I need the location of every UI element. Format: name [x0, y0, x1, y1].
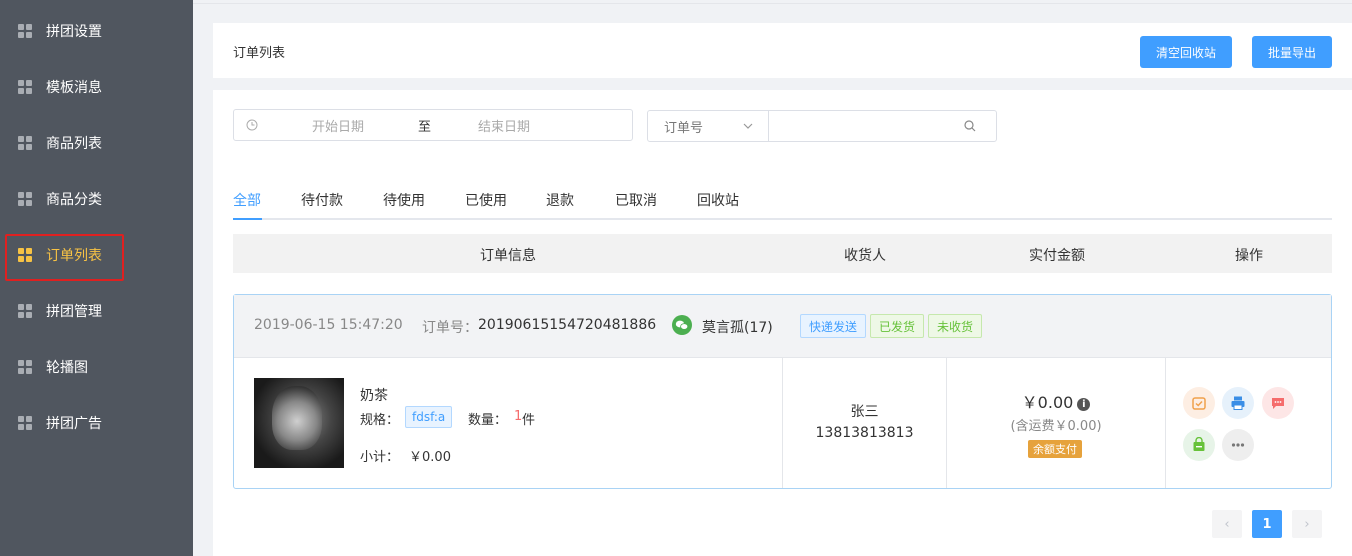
info-icon[interactable]: i — [1077, 398, 1091, 411]
tab-used[interactable]: 已使用 — [465, 190, 507, 220]
pagination-prev-button[interactable]: ‹ — [1212, 510, 1242, 538]
pagination-next-button[interactable]: › — [1292, 510, 1322, 538]
end-date-field[interactable]: 结束日期 — [478, 116, 530, 135]
sidebar: 拼团设置 模板消息 商品列表 商品分类 订单列表 拼团管理 轮播图 拼团广告 — [0, 0, 193, 556]
print-icon — [1231, 396, 1245, 410]
page-header: 订单列表 清空回收站 批量导出 — [213, 23, 1352, 78]
shipping-note: (含运费￥0.00) — [1010, 419, 1102, 434]
quantity-unit: 件 — [522, 413, 536, 428]
table-header: 订单信息 收货人 实付金额 操作 — [233, 234, 1332, 273]
search-input[interactable] — [770, 111, 970, 141]
grid-icon — [18, 416, 32, 430]
sidebar-item-label: 拼团管理 — [46, 304, 102, 320]
column-divider — [1165, 358, 1166, 488]
receiver-phone: 13813813813 — [815, 425, 914, 441]
sidebar-item-order-list[interactable]: 订单列表 — [0, 227, 193, 283]
sidebar-item-label: 订单列表 — [46, 248, 102, 264]
grid-icon — [18, 304, 32, 318]
pagination-page-1[interactable]: 1 — [1252, 510, 1282, 538]
grid-icon — [18, 192, 32, 206]
clear-recycle-bin-button[interactable]: 清空回收站 — [1140, 36, 1232, 68]
confirm-icon — [1192, 397, 1206, 410]
delivery-tag: 快递发送 — [800, 314, 866, 338]
subtotal: 小计： ￥0.00 — [360, 446, 451, 465]
shipped-tag: 已发货 — [870, 314, 924, 338]
sidebar-item-product-list[interactable]: 商品列表 — [0, 115, 193, 171]
not-received-tag: 未收货 — [928, 314, 982, 338]
paid-amount-value: ￥0.00 — [1021, 393, 1074, 412]
wechat-icon — [672, 315, 692, 335]
order-card: 2019-06-15 15:47:20 订单号： 201906151547204… — [233, 294, 1332, 489]
page-title: 订单列表 — [233, 46, 286, 61]
order-time: 2019-06-15 15:47:20 — [254, 317, 403, 333]
batch-export-button[interactable]: 批量导出 — [1252, 36, 1332, 68]
sidebar-item-carousel[interactable]: 轮播图 — [0, 339, 193, 395]
column-divider — [782, 358, 783, 488]
sidebar-item-group-management[interactable]: 拼团管理 — [0, 283, 193, 339]
shop-button[interactable] — [1183, 429, 1215, 461]
sidebar-item-label: 拼团广告 — [46, 416, 102, 432]
tab-all[interactable]: 全部 — [233, 190, 261, 220]
tab-pending-payment[interactable]: 待付款 — [301, 190, 343, 220]
tab-refund[interactable]: 退款 — [546, 190, 574, 220]
more-icon — [1231, 443, 1245, 447]
message-icon — [1272, 398, 1284, 409]
tab-to-use[interactable]: 待使用 — [383, 190, 425, 220]
order-body: 奶茶 规格： fdsf:a 数量： 1 件 小计： ￥0.00 张三 138138… — [234, 358, 1331, 488]
search-icon[interactable] — [964, 120, 976, 132]
column-receiver: 收货人 — [844, 248, 886, 264]
subtotal-label: 小计： — [360, 450, 400, 465]
subtotal-value: ￥0.00 — [409, 450, 451, 465]
range-separator: 至 — [418, 119, 432, 135]
more-button[interactable] — [1222, 429, 1254, 461]
start-date-field[interactable]: 开始日期 — [312, 116, 364, 135]
sidebar-item-product-category[interactable]: 商品分类 — [0, 171, 193, 227]
order-number-label: 订单号： — [422, 320, 478, 336]
tab-cancelled[interactable]: 已取消 — [615, 190, 657, 220]
sidebar-item-template-messages[interactable]: 模板消息 — [0, 59, 193, 115]
grid-icon — [18, 80, 32, 94]
grid-icon — [18, 248, 32, 262]
sidebar-item-label: 拼团设置 — [46, 24, 102, 40]
clock-icon — [246, 119, 258, 131]
tab-recycle-bin[interactable]: 回收站 — [697, 190, 739, 220]
pay-method-badge: 余额支付 — [1028, 440, 1082, 458]
grid-icon — [18, 136, 32, 150]
sidebar-item-label: 模板消息 — [46, 80, 102, 96]
sidebar-item-label: 轮播图 — [46, 360, 88, 376]
chevron-down-icon — [743, 123, 753, 129]
order-header: 2019-06-15 15:47:20 订单号： 201906151547204… — [234, 295, 1331, 358]
paid-amount: ￥0.00 i — [947, 389, 1165, 413]
column-actions: 操作 — [1235, 248, 1263, 264]
sidebar-item-group-ads[interactable]: 拼团广告 — [0, 395, 193, 451]
date-range-picker[interactable]: 开始日期 至 结束日期 — [233, 109, 633, 141]
order-number: 20190615154720481886 — [478, 317, 657, 333]
active-tab-indicator — [233, 218, 262, 220]
product-image — [254, 378, 344, 468]
search-type-select[interactable]: 订单号 — [648, 111, 769, 141]
grid-icon — [18, 360, 32, 374]
column-paid-amount: 实付金额 — [1029, 248, 1085, 264]
column-order-info: 订单信息 — [480, 248, 536, 264]
order-search: 订单号 — [647, 110, 997, 142]
sidebar-item-group-settings[interactable]: 拼团设置 — [0, 3, 193, 59]
shop-icon — [1193, 437, 1205, 451]
spec-value: fdsf:a — [405, 406, 453, 428]
product-name: 奶茶 — [360, 388, 388, 404]
main-content: 开始日期 至 结束日期 订单号 全部 待付款 待使用 已使用 退款 已取消 回收… — [213, 90, 1352, 556]
buyer-name: 莫言孤(17) — [702, 320, 773, 336]
quantity-label: 数量： — [468, 413, 508, 428]
top-strip — [193, 0, 1352, 4]
confirm-action-button[interactable] — [1183, 387, 1215, 419]
message-button[interactable] — [1262, 387, 1294, 419]
grid-icon — [18, 24, 32, 38]
sidebar-item-label: 商品分类 — [46, 192, 102, 208]
sidebar-item-label: 商品列表 — [46, 136, 102, 152]
order-status-tabs: 全部 待付款 待使用 已使用 退款 已取消 回收站 — [233, 190, 1332, 220]
spec-label: 规格： — [360, 413, 400, 428]
search-type-value: 订单号 — [664, 120, 704, 136]
print-button[interactable] — [1222, 387, 1254, 419]
receiver-name: 张三 — [850, 404, 879, 420]
